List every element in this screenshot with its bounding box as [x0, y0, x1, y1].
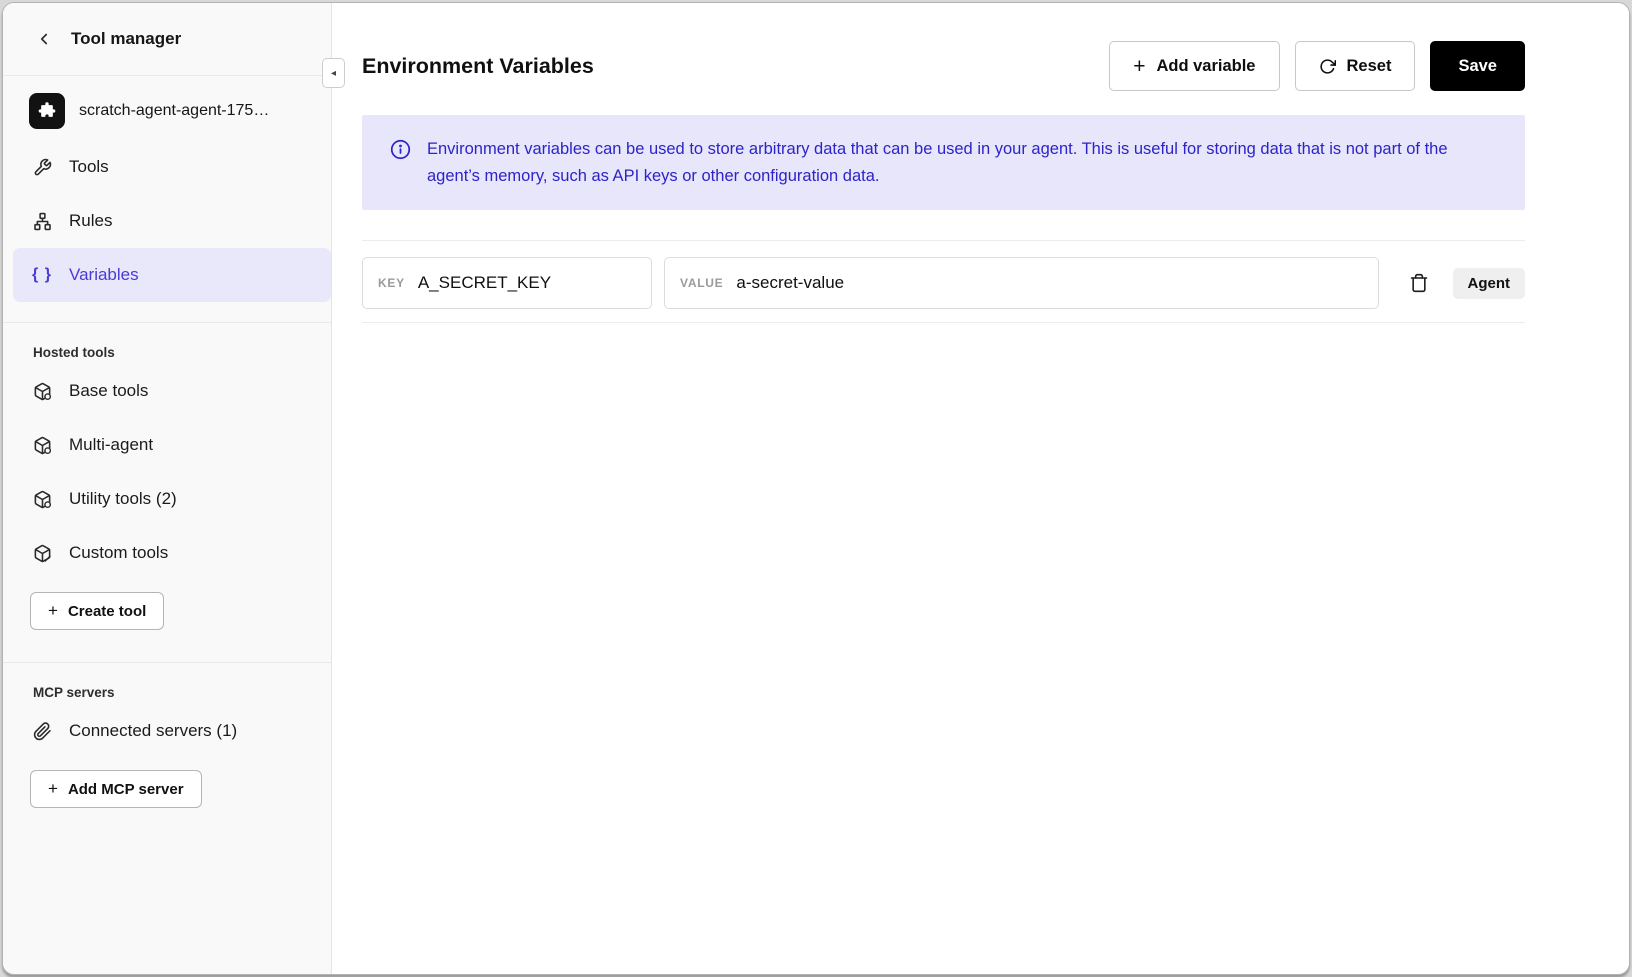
sidebar-item-label: Utility tools (2)	[69, 489, 177, 509]
sidebar-item-label: Rules	[69, 211, 112, 231]
collapse-arrow-icon: ◂	[331, 68, 336, 79]
sidebar-item-tools[interactable]: Tools	[3, 140, 331, 194]
refresh-icon	[1319, 58, 1336, 75]
sidebar-item-utility-tools[interactable]: Utility tools (2)	[3, 472, 331, 526]
cube-pencil-icon	[31, 544, 53, 563]
plus-icon: +	[48, 601, 58, 621]
mcp-section-label: MCP servers	[3, 671, 331, 704]
sidebar-item-label: Tools	[69, 157, 109, 177]
sidebar-item-variables[interactable]: { } Variables	[13, 248, 331, 302]
sidebar-body: scratch-agent-agent-175… Tools Rules { }…	[3, 76, 331, 974]
variable-row: KEY VALUE Agent	[362, 240, 1525, 323]
agent-name: scratch-agent-agent-175…	[79, 102, 269, 120]
sidebar-header: Tool manager	[3, 3, 331, 76]
variable-scope-badge[interactable]: Agent	[1453, 268, 1526, 299]
page-title: Environment Variables	[362, 54, 594, 79]
create-tool-button[interactable]: + Create tool	[30, 592, 164, 630]
hosted-tools-section: Hosted tools Base tools Multi-agent	[3, 322, 331, 642]
hosted-tools-section-label: Hosted tools	[3, 331, 331, 364]
save-button[interactable]: Save	[1430, 41, 1525, 91]
main-panel: Environment Variables + Add variable Res…	[332, 3, 1629, 974]
delete-variable-button[interactable]	[1405, 269, 1433, 297]
reset-button[interactable]: Reset	[1295, 41, 1416, 91]
plus-icon: +	[48, 779, 58, 799]
toolbar: + Add variable Reset Save	[1109, 41, 1525, 91]
add-variable-button[interactable]: + Add variable	[1109, 41, 1279, 91]
save-label: Save	[1458, 57, 1497, 76]
sidebar-item-agent[interactable]: scratch-agent-agent-175…	[3, 88, 331, 134]
wrench-icon	[31, 158, 53, 177]
value-field-label: VALUE	[680, 276, 723, 290]
cube-badge-icon	[31, 382, 53, 401]
sidebar-item-rules[interactable]: Rules	[3, 194, 331, 248]
info-icon	[390, 139, 411, 160]
reset-label: Reset	[1347, 57, 1392, 76]
chevron-left-icon	[35, 30, 53, 48]
sidebar-item-base-tools[interactable]: Base tools	[3, 364, 331, 418]
add-variable-label: Add variable	[1156, 57, 1255, 76]
main-header: Environment Variables + Add variable Res…	[362, 41, 1525, 91]
rules-flow-icon	[31, 212, 53, 231]
braces-icon: { }	[31, 266, 53, 284]
sidebar-item-connected-servers[interactable]: Connected servers (1)	[3, 704, 331, 758]
sidebar-item-custom-tools[interactable]: Custom tools	[3, 526, 331, 580]
back-button[interactable]	[33, 28, 55, 50]
cube-badge-icon	[31, 436, 53, 455]
info-banner-text: Environment variables can be used to sto…	[427, 136, 1497, 189]
puzzle-icon	[29, 93, 65, 129]
sidebar-collapse-handle[interactable]: ◂	[322, 58, 345, 88]
variable-value-field: VALUE	[664, 257, 1379, 309]
sidebar: Tool manager scratch-agent-agent-175… To…	[3, 3, 332, 974]
add-mcp-server-button[interactable]: + Add MCP server	[30, 770, 202, 808]
tool-manager-window: Tool manager scratch-agent-agent-175… To…	[2, 2, 1630, 975]
sidebar-item-label: Base tools	[69, 381, 148, 401]
variable-key-input[interactable]	[418, 273, 636, 293]
paperclip-icon	[31, 722, 53, 741]
sidebar-title: Tool manager	[71, 29, 181, 49]
sidebar-item-label: Variables	[69, 265, 139, 285]
plus-icon: +	[1133, 56, 1145, 77]
variable-value-input[interactable]	[736, 273, 1362, 293]
add-mcp-server-label: Add MCP server	[68, 781, 184, 798]
info-banner: Environment variables can be used to sto…	[362, 115, 1525, 210]
mcp-servers-section: MCP servers Connected servers (1) + Add …	[3, 662, 331, 820]
sidebar-item-label: Custom tools	[69, 543, 168, 563]
cube-badge-icon	[31, 490, 53, 509]
create-tool-label: Create tool	[68, 603, 146, 620]
sidebar-item-multi-agent[interactable]: Multi-agent	[3, 418, 331, 472]
variable-key-field: KEY	[362, 257, 652, 309]
sidebar-item-label: Connected servers (1)	[69, 721, 237, 741]
sidebar-item-label: Multi-agent	[69, 435, 153, 455]
key-field-label: KEY	[378, 276, 405, 290]
trash-icon	[1409, 273, 1429, 293]
variables-list: KEY VALUE Agent	[362, 240, 1525, 323]
